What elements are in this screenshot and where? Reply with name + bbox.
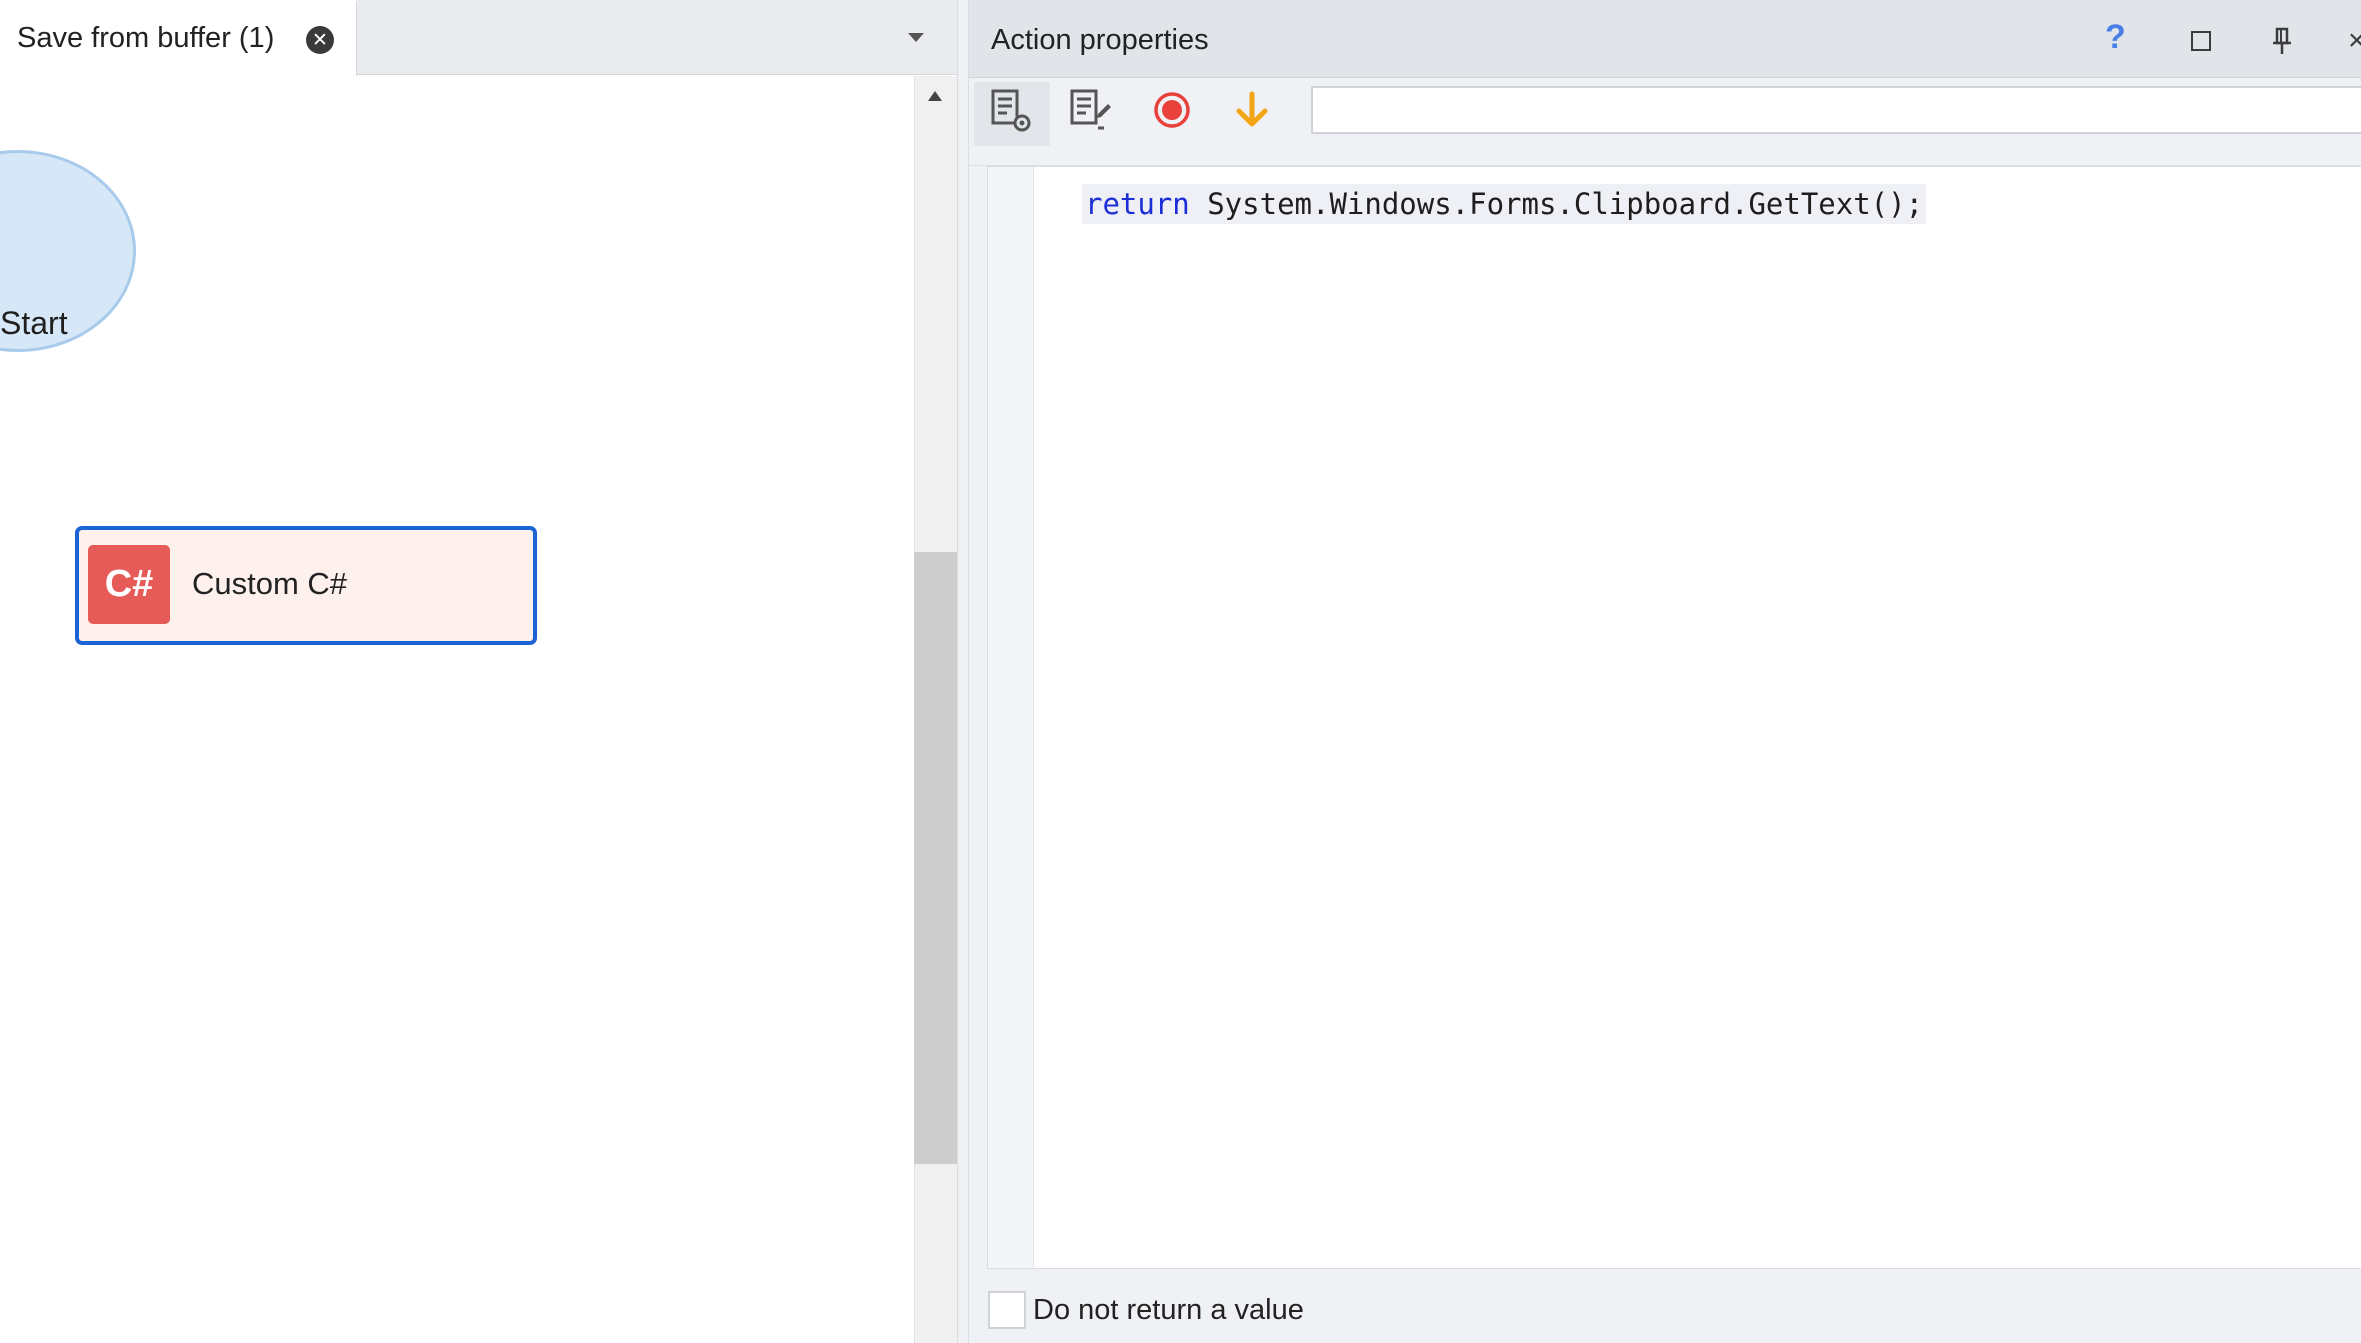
record-icon[interactable] <box>1152 90 1192 130</box>
close-panel-icon[interactable]: × <box>2348 24 2361 58</box>
scroll-up-arrow-icon[interactable] <box>926 88 944 104</box>
toolbar-text-input[interactable] <box>1311 86 2361 134</box>
pane-splitter[interactable] <box>957 0 969 1343</box>
csharp-badge-icon: C# <box>88 545 170 624</box>
do-not-return-value-checkbox[interactable] <box>988 1291 1026 1329</box>
edit-list-icon[interactable] <box>1068 88 1114 134</box>
pin-icon[interactable] <box>2268 26 2296 56</box>
code-text: System.Windows.Forms.Clipboard.GetText()… <box>1189 187 1924 221</box>
arrow-down-icon[interactable] <box>1232 90 1272 130</box>
chevron-down-icon[interactable] <box>905 30 927 44</box>
scrollbar-thumb[interactable] <box>914 552 957 1164</box>
action-node-label: Custom C# <box>192 566 348 601</box>
help-icon[interactable]: ? <box>2105 18 2126 57</box>
editor-gutter <box>988 167 1034 1268</box>
panel-title: Action properties <box>991 24 1209 56</box>
code-editor[interactable] <box>987 166 2361 1269</box>
code-keyword: return <box>1085 187 1190 221</box>
start-node-label: Start <box>0 305 68 341</box>
close-tab-icon[interactable]: ✕ <box>306 26 334 54</box>
maximize-icon[interactable] <box>2191 31 2211 51</box>
settings-list-icon <box>991 89 1031 132</box>
do-not-return-value-label[interactable]: Do not return a value <box>1033 1294 1304 1327</box>
code-line[interactable]: return System.Windows.Forms.Clipboard.Ge… <box>1082 184 1927 224</box>
document-tab-title: Save from buffer (1) <box>17 22 275 54</box>
workflow-canvas[interactable] <box>0 76 914 1343</box>
